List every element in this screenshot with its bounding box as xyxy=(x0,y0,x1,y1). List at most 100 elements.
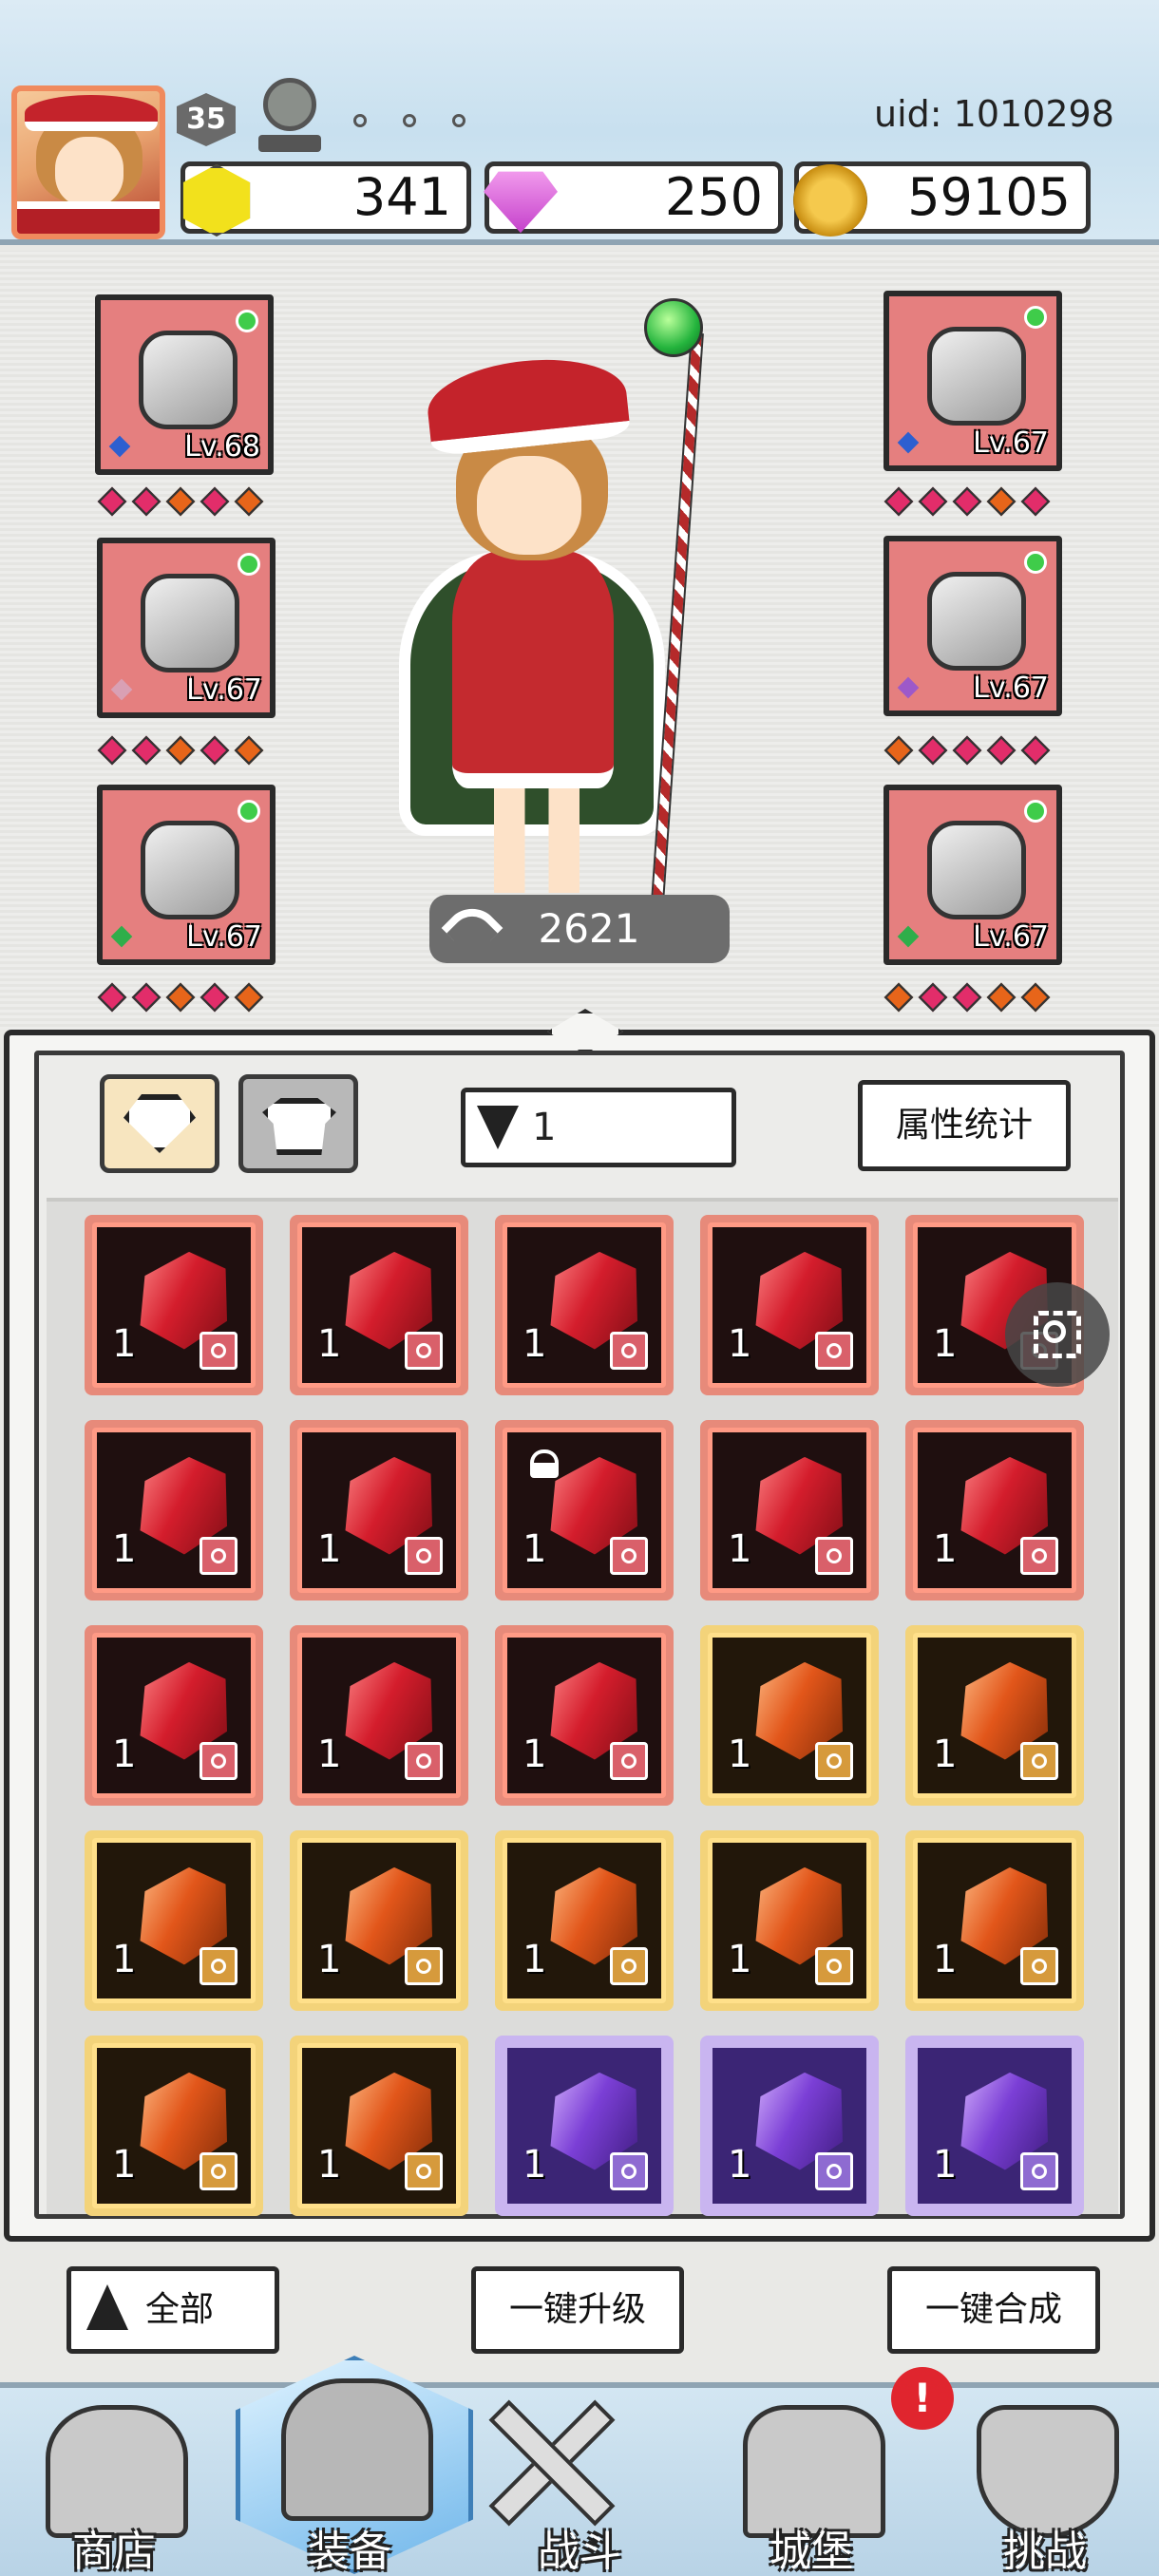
slot-gem-sockets xyxy=(97,486,264,517)
gem-currency[interactable]: 341 xyxy=(180,161,471,237)
gem-cell[interactable]: 1 xyxy=(700,1420,879,1601)
gem-cell[interactable]: 1 xyxy=(905,1625,1084,1806)
gem-frame: 1 xyxy=(708,1838,871,2003)
gem-cell[interactable]: 1 xyxy=(700,1625,879,1806)
gem-cell[interactable]: 1 xyxy=(495,1215,674,1395)
level-filter[interactable]: 1 xyxy=(461,1088,736,1167)
slot-type-wand-icon xyxy=(610,1947,648,1985)
gem-cell[interactable]: 1 xyxy=(700,1830,879,2011)
coin-currency[interactable]: 59105 xyxy=(793,161,1091,237)
wand-icon xyxy=(927,327,1026,426)
gem-cell[interactable]: 1 xyxy=(905,1420,1084,1601)
upgrade-available-dot xyxy=(238,553,260,576)
gem-socket xyxy=(97,982,127,1013)
upgrade-all-button[interactable]: 一键升级 xyxy=(471,2266,684,2354)
hero-character[interactable] xyxy=(390,294,732,921)
diamond-currency[interactable]: 250 xyxy=(484,161,783,234)
gem-grid: 1 1 1 1 1 1 1 1 1 1 1 1 1 1 1 1 1 1 1 1 … xyxy=(47,1198,1118,2216)
equip-slot-ring[interactable]: Lv.67 xyxy=(884,536,1062,716)
tab-gems[interactable] xyxy=(100,1074,219,1173)
nav-equip-label: 装备 xyxy=(308,2528,391,2576)
gem-cell[interactable]: 1 xyxy=(290,1215,468,1395)
slot-type-boot-icon xyxy=(200,1537,238,1575)
slot-type-necklace-icon xyxy=(200,1742,238,1780)
equip-slot-necklace[interactable]: Lv.67 xyxy=(884,785,1062,965)
player-avatar[interactable] xyxy=(11,85,165,239)
equip-slot-weapon[interactable]: Lv.67 xyxy=(884,291,1062,471)
slot-type-cloak-icon xyxy=(815,1332,853,1370)
top-bar: 35 uid: 1010298 341 250 59105 xyxy=(0,0,1159,245)
gem-frame: 1 xyxy=(92,1838,256,2003)
slot-gem-sockets xyxy=(97,982,264,1013)
upgrade-available-dot xyxy=(1024,800,1047,823)
hero-santa-hat xyxy=(423,350,632,457)
gem-cell[interactable]: 1 xyxy=(495,1420,674,1601)
cloak-icon xyxy=(141,574,239,672)
slot-level: Lv.67 xyxy=(186,673,262,707)
sort-triangle-icon xyxy=(86,2284,128,2330)
gem-socket xyxy=(165,486,196,517)
nav-shop-label: 商店 xyxy=(72,2528,156,2576)
magnifier-icon xyxy=(1043,1320,1066,1343)
nav-shop[interactable]: 商店 xyxy=(10,2397,218,2576)
more-dots-icon[interactable] xyxy=(353,114,466,127)
gem-cell[interactable]: 1 xyxy=(495,1625,674,1806)
gem-frame: 1 xyxy=(913,1838,1076,2003)
grade-pip-icon xyxy=(897,431,920,454)
merge-all-button[interactable]: 一键合成 xyxy=(887,2266,1100,2354)
equip-slot-head[interactable]: Lv.68 xyxy=(95,294,274,475)
gem-frame: 1 xyxy=(503,1222,666,1388)
gem-cell[interactable]: 1 xyxy=(495,1830,674,2011)
gem-cell[interactable]: 1 xyxy=(85,1420,263,1601)
gem-socket xyxy=(1020,486,1051,517)
nav-battle[interactable]: 战斗 xyxy=(475,2397,684,2576)
equip-slot-body[interactable]: Lv.67 xyxy=(97,538,276,718)
upgrade-available-dot xyxy=(1024,551,1047,574)
gem-qty: 1 xyxy=(728,1527,752,1571)
gem-cell[interactable]: 1 xyxy=(290,1420,468,1601)
tab-outfits[interactable] xyxy=(238,1074,358,1173)
gem-qty: 1 xyxy=(933,1322,958,1366)
gem-cell[interactable]: 1 xyxy=(85,1625,263,1806)
stats-button[interactable]: 属性统计 xyxy=(858,1080,1071,1171)
gem-cell[interactable]: 1 xyxy=(700,2036,879,2216)
slot-type-necklace-icon xyxy=(610,1742,648,1780)
slot-type-cloak-icon xyxy=(610,1332,648,1370)
staff-orb xyxy=(644,298,703,357)
gem-qty: 1 xyxy=(112,1527,137,1571)
gem-cell[interactable]: 1 xyxy=(85,1215,263,1395)
gem-cell[interactable]: 1 xyxy=(290,1625,468,1806)
nav-challenge[interactable]: 挑战 xyxy=(940,2397,1150,2576)
nav-equip[interactable]: 装备 xyxy=(236,2356,473,2576)
trophy-base xyxy=(258,135,321,152)
gem-frame: 1 xyxy=(297,2043,461,2208)
gem-cell[interactable]: 1 xyxy=(290,1830,468,2011)
gem-qty: 1 xyxy=(112,1938,137,1981)
gem-cell[interactable]: 1 xyxy=(85,2036,263,2216)
gem-qty: 1 xyxy=(933,1938,958,1981)
gem-cell[interactable]: 1 xyxy=(495,2036,674,2216)
gem-cell[interactable]: 1 xyxy=(700,1215,879,1395)
equip-slot-feet[interactable]: Lv.67 xyxy=(97,785,276,965)
trophy-icon[interactable] xyxy=(258,78,321,158)
inventory-panel: 1 属性统计 1 1 1 1 1 1 1 1 1 1 1 1 1 1 1 1 1… xyxy=(4,1009,1155,2242)
filter-all-button[interactable]: 全部 xyxy=(66,2266,279,2354)
gem-cell[interactable]: 1 xyxy=(85,1830,263,2011)
gem-frame: 1 xyxy=(92,1222,256,1388)
lock-icon xyxy=(530,1449,559,1478)
slot-type-cloak-icon xyxy=(200,1947,238,1985)
gem-qty: 1 xyxy=(933,2143,958,2187)
gem-cell[interactable]: 1 xyxy=(905,1830,1084,2011)
slot-level: Lv.68 xyxy=(184,430,260,464)
gem-cell[interactable]: 1 xyxy=(905,2036,1084,2216)
screenshot-zoom-button[interactable] xyxy=(1005,1282,1110,1387)
gem-socket xyxy=(131,982,162,1013)
avatar-face xyxy=(55,137,124,207)
nav-castle[interactable]: 城堡 xyxy=(707,2397,916,2576)
gem-socket xyxy=(131,735,162,766)
upgrade-available-dot xyxy=(238,800,260,823)
castle-alert-badge: ! xyxy=(891,2367,954,2430)
avatar-hat xyxy=(25,95,158,131)
gem-socket xyxy=(97,486,127,517)
gem-cell[interactable]: 1 xyxy=(290,2036,468,2216)
